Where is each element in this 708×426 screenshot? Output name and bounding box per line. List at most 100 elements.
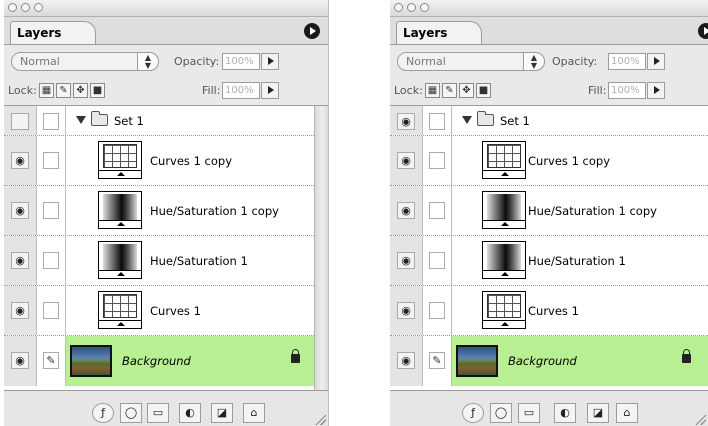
eye-icon[interactable]: ◉ xyxy=(397,202,415,219)
layer-row-set-1[interactable]: ◉ Set 1 xyxy=(390,106,708,136)
eye-icon[interactable]: ◉ xyxy=(397,252,415,269)
visibility-toggle[interactable] xyxy=(11,113,29,130)
lock-image-icon[interactable]: ✎ xyxy=(442,83,457,98)
hue-saturation-thumbnail-icon xyxy=(482,241,526,279)
new-layer-icon[interactable]: ◪ xyxy=(211,403,233,423)
opacity-slider-button[interactable] xyxy=(647,53,665,70)
visibility-column xyxy=(4,106,37,135)
palette-menu-icon[interactable] xyxy=(304,23,320,39)
new-adjustment-layer-icon[interactable]: ◐ xyxy=(554,403,576,423)
blend-mode-select[interactable]: Normal ▲ ▼ xyxy=(11,52,159,71)
select-arrows-icon: ▲ ▼ xyxy=(137,52,159,71)
folder-icon xyxy=(91,111,108,126)
eye-icon[interactable]: ◉ xyxy=(397,302,415,319)
layer-style-icon[interactable]: ƒ xyxy=(92,403,114,423)
blend-mode-select[interactable]: Normal ▲ ▼ xyxy=(397,52,545,71)
lock-all-icon[interactable]: ■ xyxy=(476,83,491,98)
window-titlebar[interactable] xyxy=(390,0,708,17)
blend-opacity-row: Normal ▲ ▼ Opacity: 100% xyxy=(390,45,708,75)
layer-row-hue-saturation-1-copy[interactable]: ◉ Hue/Saturation 1 copy xyxy=(390,186,708,236)
link-toggle[interactable] xyxy=(43,252,59,269)
opacity-field[interactable]: 100% xyxy=(608,53,646,70)
link-toggle[interactable] xyxy=(43,302,59,319)
blend-mode-value: Normal xyxy=(20,55,60,68)
expand-triangle-icon[interactable] xyxy=(76,116,86,124)
palette-menu-icon[interactable] xyxy=(698,23,708,39)
zoom-window-button[interactable] xyxy=(34,3,43,12)
link-toggle[interactable] xyxy=(429,252,445,269)
lock-transparency-icon[interactable]: ▦ xyxy=(39,83,54,98)
window-titlebar[interactable] xyxy=(4,0,328,17)
close-window-button[interactable] xyxy=(394,3,403,12)
expand-triangle-icon[interactable] xyxy=(462,116,472,124)
opacity-slider-button[interactable] xyxy=(261,53,279,70)
zoom-window-button[interactable] xyxy=(420,3,429,12)
minimize-window-button[interactable] xyxy=(21,3,30,12)
layer-style-icon[interactable]: ƒ xyxy=(462,403,484,423)
eye-icon[interactable]: ◉ xyxy=(11,202,29,219)
trash-icon[interactable]: ⌂ xyxy=(616,403,638,423)
fill-field[interactable]: 100% xyxy=(222,82,260,99)
layer-row-background[interactable]: ◉ ✎ Background xyxy=(4,336,314,386)
layer-row-curves-1-copy[interactable]: ◉ Curves 1 copy xyxy=(390,136,708,186)
palette-bottom-bar: ƒ ◯ ▭ ◐ ◪ ⌂ xyxy=(4,390,328,426)
visibility-column: ◉ xyxy=(390,186,423,235)
tab-layers[interactable]: Layers xyxy=(10,21,96,44)
trash-icon[interactable]: ⌂ xyxy=(243,403,265,423)
link-toggle[interactable] xyxy=(429,202,445,219)
eye-icon[interactable]: ◉ xyxy=(11,252,29,269)
layer-row-background[interactable]: ◉ ✎ Background xyxy=(390,336,708,386)
layer-row-curves-1[interactable]: ◉ Curves 1 xyxy=(390,286,708,336)
resize-grip-icon[interactable] xyxy=(694,413,706,425)
eye-icon[interactable]: ◉ xyxy=(397,152,415,169)
link-column xyxy=(37,136,66,185)
visibility-column: ◉ xyxy=(4,136,37,185)
hue-saturation-thumbnail-icon xyxy=(98,191,142,229)
fill-field[interactable]: 100% xyxy=(608,82,646,99)
eye-icon[interactable]: ◉ xyxy=(397,113,415,130)
eye-icon[interactable]: ◉ xyxy=(11,152,29,169)
folder-icon xyxy=(477,111,494,126)
resize-grip-icon[interactable] xyxy=(314,413,326,425)
minimize-window-button[interactable] xyxy=(407,3,416,12)
layer-row-hue-saturation-1-copy[interactable]: ◉ Hue/Saturation 1 copy xyxy=(4,186,314,236)
tab-layers[interactable]: Layers xyxy=(396,21,482,44)
brush-icon[interactable]: ✎ xyxy=(429,352,445,369)
link-toggle[interactable] xyxy=(429,302,445,319)
background-thumbnail xyxy=(456,345,498,377)
link-toggle[interactable] xyxy=(43,202,59,219)
new-layer-icon[interactable]: ◪ xyxy=(587,403,609,423)
brush-icon[interactable]: ✎ xyxy=(43,352,59,369)
fill-slider-button[interactable] xyxy=(261,82,279,99)
link-toggle[interactable] xyxy=(429,113,445,130)
layer-row-hue-saturation-1[interactable]: ◉ Hue/Saturation 1 xyxy=(390,236,708,286)
layer-row-hue-saturation-1[interactable]: ◉ Hue/Saturation 1 xyxy=(4,236,314,286)
opacity-field[interactable]: 100% xyxy=(222,53,260,70)
lock-transparency-icon[interactable]: ▦ xyxy=(425,83,440,98)
new-set-icon[interactable]: ▭ xyxy=(518,403,540,423)
lock-position-icon[interactable]: ✥ xyxy=(73,83,88,98)
lock-position-icon[interactable]: ✥ xyxy=(459,83,474,98)
background-thumbnail xyxy=(70,345,112,377)
layer-name: Background xyxy=(508,354,577,368)
layer-row-curves-1[interactable]: ◉ Curves 1 xyxy=(4,286,314,336)
lock-image-icon[interactable]: ✎ xyxy=(56,83,71,98)
layer-row-curves-1-copy[interactable]: ◉ Curves 1 copy xyxy=(4,136,314,186)
link-column xyxy=(423,106,452,135)
close-window-button[interactable] xyxy=(8,3,17,12)
eye-icon[interactable]: ◉ xyxy=(11,352,29,369)
link-toggle[interactable] xyxy=(43,113,59,130)
eye-icon[interactable]: ◉ xyxy=(397,352,415,369)
lock-all-icon[interactable]: ■ xyxy=(90,83,105,98)
visibility-column: ◉ xyxy=(390,236,423,285)
eye-icon[interactable]: ◉ xyxy=(11,302,29,319)
link-toggle[interactable] xyxy=(43,152,59,169)
add-mask-icon[interactable]: ◯ xyxy=(120,403,142,423)
vertical-scrollbar[interactable] xyxy=(314,106,328,390)
fill-slider-button[interactable] xyxy=(647,82,665,99)
link-toggle[interactable] xyxy=(429,152,445,169)
layer-row-set-1[interactable]: Set 1 xyxy=(4,106,314,136)
new-set-icon[interactable]: ▭ xyxy=(147,403,169,423)
add-mask-icon[interactable]: ◯ xyxy=(490,403,512,423)
new-adjustment-layer-icon[interactable]: ◐ xyxy=(179,403,201,423)
